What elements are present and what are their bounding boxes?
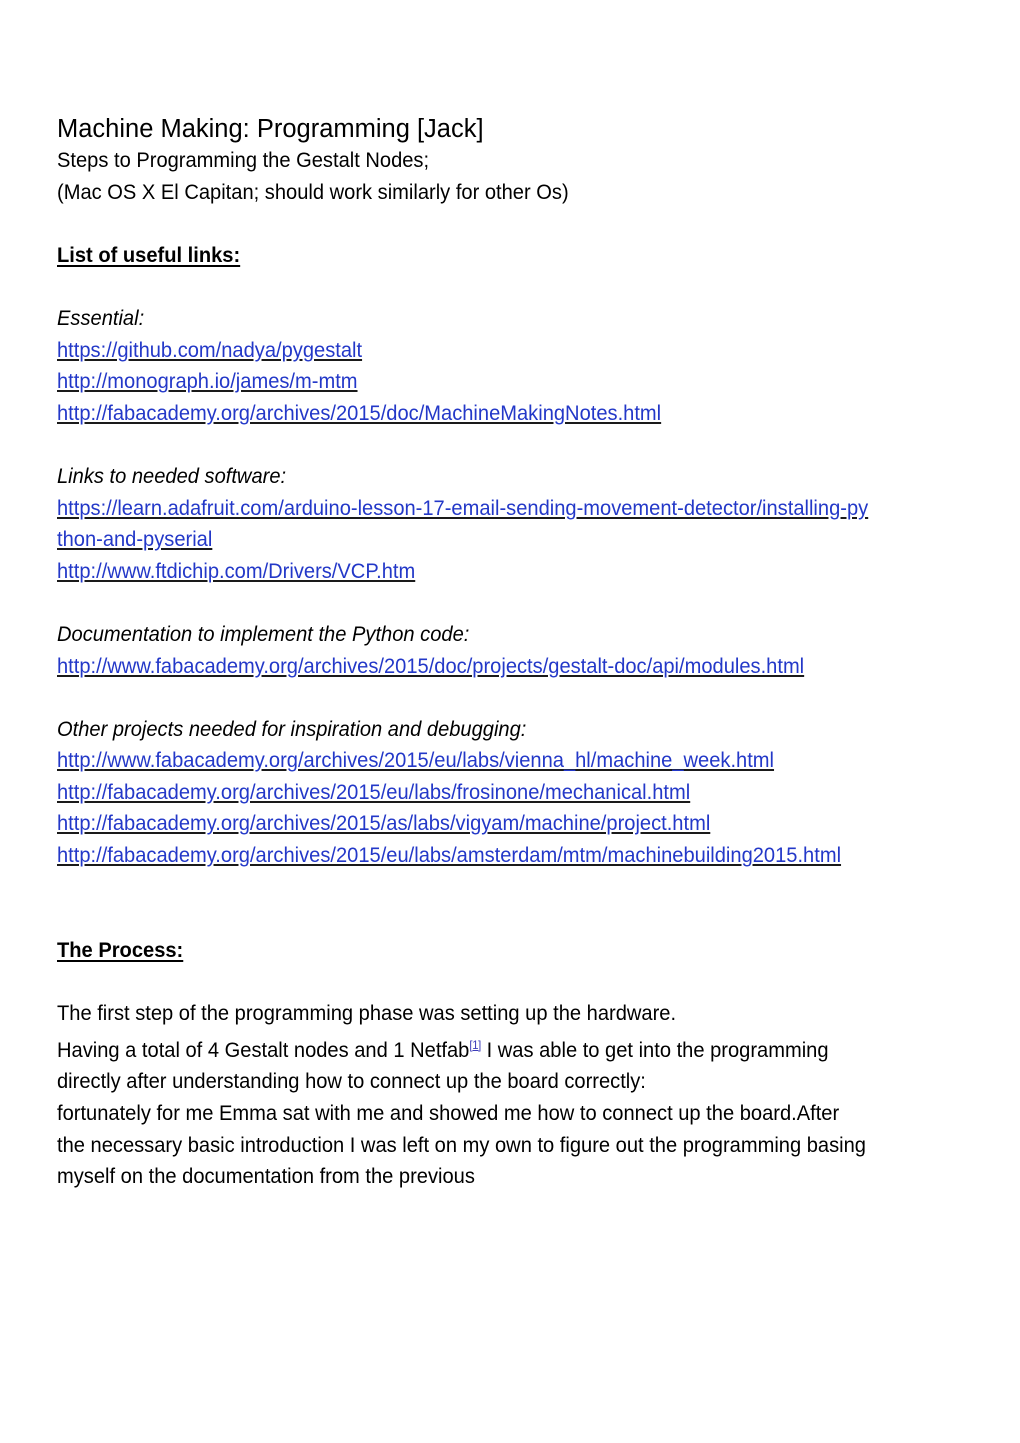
link-list-documentation: http://www.fabacademy.org/archives/2015/… <box>57 651 869 683</box>
link-list-essential: https://github.com/nadya/pygestalt http:… <box>57 335 869 430</box>
link-list-software: https://learn.adafruit.com/arduino-lesso… <box>57 493 869 588</box>
footnote-reference-1[interactable]: [1] <box>469 1038 481 1052</box>
paragraph-emma-intro: fortunately for me Emma sat with me and … <box>57 1100 866 1189</box>
label-other-projects: Other projects needed for inspiration an… <box>57 716 527 741</box>
section-heading-useful-links: List of useful links: <box>57 242 241 267</box>
subtitle-line-1: Steps to Programming the Gestalt Nodes; <box>57 148 430 172</box>
link-item[interactable]: http://fabacademy.org/archives/2015/eu/l… <box>57 777 869 809</box>
label-documentation: Documentation to implement the Python co… <box>57 621 470 646</box>
label-needed-software: Links to needed software: <box>57 463 287 488</box>
paragraph-hardware-setup: The first step of the programming phase … <box>57 998 869 1098</box>
link-item[interactable]: http://fabacademy.org/archives/2015/eu/l… <box>57 840 869 872</box>
paragraph-sentence-1: The first step of the programming phase … <box>57 1001 677 1026</box>
link-item[interactable]: http://www.ftdichip.com/Drivers/VCP.htm <box>57 556 869 588</box>
label-essential: Essential: <box>57 305 145 330</box>
link-item[interactable]: https://learn.adafruit.com/arduino-lesso… <box>57 493 869 556</box>
document-page: Machine Making: Programming [Jack] Steps… <box>0 0 1020 1443</box>
link-item[interactable]: http://monograph.io/james/m-mtm <box>57 366 869 398</box>
link-item[interactable]: http://fabacademy.org/archives/2015/as/l… <box>57 808 869 840</box>
section-heading-the-process: The Process: <box>57 937 184 962</box>
paragraph-sentence-2: Having a total of 4 Gestalt nodes and 1 … <box>57 1037 470 1062</box>
document-body: Machine Making: Programming [Jack] Steps… <box>57 114 869 1193</box>
link-list-other-projects: http://www.fabacademy.org/archives/2015/… <box>57 745 869 871</box>
link-item[interactable]: https://github.com/nadya/pygestalt <box>57 335 869 367</box>
link-item[interactable]: http://www.fabacademy.org/archives/2015/… <box>57 745 869 777</box>
link-item[interactable]: http://fabacademy.org/archives/2015/doc/… <box>57 398 869 430</box>
page-title: Machine Making: Programming [Jack] <box>57 115 484 143</box>
link-item[interactable]: http://www.fabacademy.org/archives/2015/… <box>57 651 869 683</box>
subtitle-line-2: (Mac OS X El Capitan; should work simila… <box>57 179 569 204</box>
